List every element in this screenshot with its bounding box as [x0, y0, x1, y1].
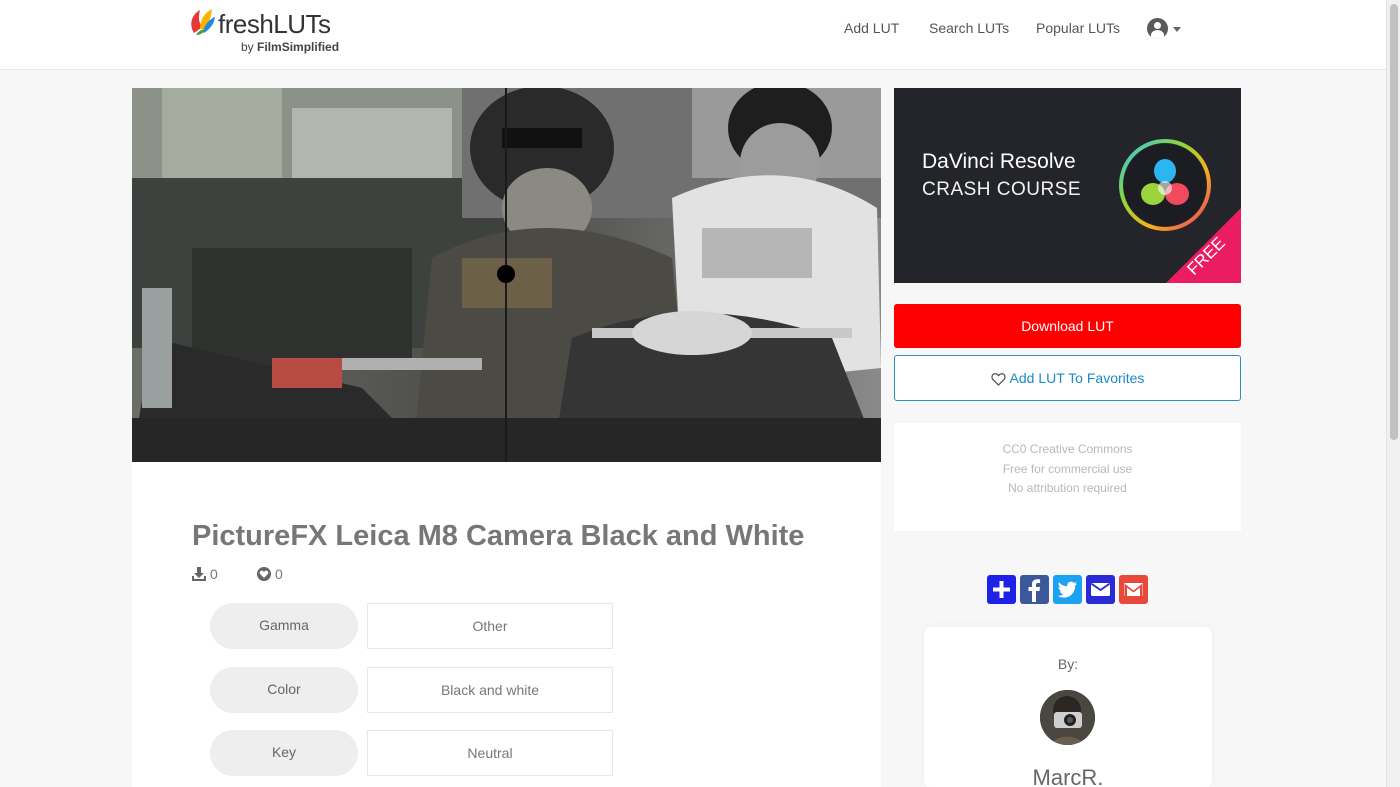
- twitter-icon[interactable]: [1053, 575, 1082, 604]
- heart-circle-icon: [257, 567, 271, 581]
- download-count: 0: [192, 566, 218, 582]
- license-line-3: No attribution required: [1008, 481, 1127, 495]
- brand-subtitle: by FilmSimplified: [241, 40, 339, 54]
- author-name[interactable]: MarcR.: [924, 765, 1212, 787]
- site-header: freshLUTs by FilmSimplified Add LUT Sear…: [0, 0, 1386, 70]
- heart-outline-icon: [990, 373, 1006, 386]
- download-icon: [192, 567, 206, 581]
- user-menu[interactable]: [1147, 18, 1185, 40]
- email-icon[interactable]: [1086, 575, 1115, 604]
- davinci-course-ad[interactable]: DaVinci Resolve CRASH COURSE FREE: [894, 88, 1241, 283]
- free-ribbon: FREE: [1166, 208, 1241, 283]
- caret-down-icon: [1173, 27, 1181, 32]
- nav-add-lut[interactable]: Add LUT: [844, 20, 899, 36]
- facebook-icon[interactable]: [1020, 575, 1049, 604]
- scrollbar-thumb[interactable]: [1390, 4, 1398, 440]
- property-label: Gamma: [210, 603, 358, 649]
- add-to-favorites-label: Add LUT To Favorites: [1009, 370, 1145, 386]
- favorite-count-value: 0: [275, 566, 283, 582]
- property-label: Key: [210, 730, 358, 776]
- brand-sub-prefix: by: [241, 40, 254, 54]
- download-count-value: 0: [210, 566, 218, 582]
- lut-preview-image[interactable]: [132, 88, 881, 462]
- license-info: CC0 Creative Commons Free for commercial…: [894, 423, 1241, 531]
- property-value: Other: [367, 603, 613, 649]
- lut-details-card: PictureFX Leica M8 Camera Black and Whit…: [132, 462, 881, 787]
- license-line-2: Free for commercial use: [1002, 462, 1133, 476]
- ad-subtitle: CRASH COURSE: [922, 179, 1082, 200]
- favorite-count: 0: [257, 566, 283, 582]
- gmail-icon[interactable]: [1119, 575, 1148, 604]
- add-to-favorites-button[interactable]: Add LUT To Favorites: [894, 355, 1241, 401]
- author-avatar[interactable]: [1040, 690, 1095, 745]
- nav-search-luts[interactable]: Search LUTs: [929, 20, 1009, 36]
- ad-title: DaVinci Resolve: [922, 150, 1076, 173]
- nav-popular-luts[interactable]: Popular LUTs: [1036, 20, 1120, 36]
- property-label: Color: [210, 667, 358, 713]
- brand-sub-name: FilmSimplified: [257, 40, 340, 54]
- license-line-1: CC0 Creative Commons: [1002, 442, 1133, 456]
- user-avatar-icon: [1147, 18, 1168, 39]
- property-value: Neutral: [367, 730, 613, 776]
- share-plus-icon[interactable]: [987, 575, 1016, 604]
- download-lut-button[interactable]: Download LUT: [894, 304, 1241, 348]
- lut-title: PictureFX Leica M8 Camera Black and Whit…: [192, 520, 805, 552]
- author-by-label: By:: [1057, 656, 1079, 672]
- author-card: By: MarcR.: [924, 627, 1212, 787]
- property-value: Black and white: [367, 667, 613, 713]
- page-scrollbar[interactable]: [1386, 0, 1400, 787]
